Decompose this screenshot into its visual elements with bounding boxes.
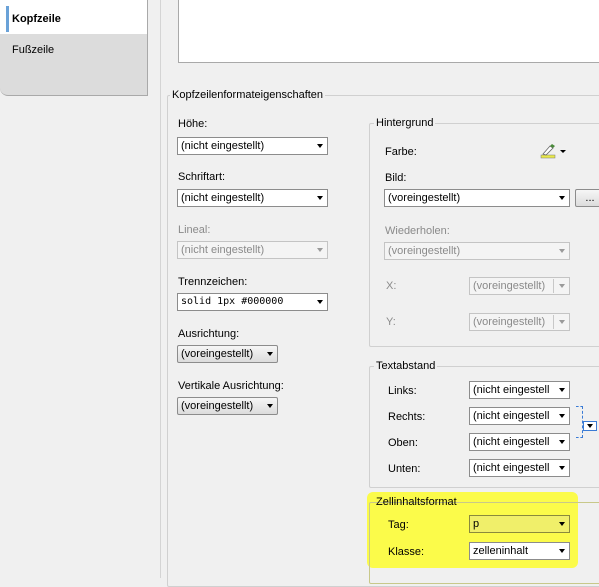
chevron-down-icon — [317, 144, 323, 148]
schriftart-value: (nicht eingestellt) — [181, 192, 265, 204]
y-select: (voreingestellt) — [469, 313, 570, 331]
x-label: X: — [386, 280, 397, 292]
schriftart-select[interactable]: (nicht eingestellt) — [177, 189, 328, 207]
x-value: (voreingestellt) — [473, 280, 546, 292]
header-content-textarea[interactable] — [178, 0, 599, 63]
chevron-down-icon — [559, 414, 565, 418]
link-margins-toggle[interactable] — [583, 421, 597, 431]
links-label: Links: — [388, 385, 417, 397]
klasse-label: Klasse: — [388, 546, 425, 558]
chevron-down-icon — [559, 249, 565, 253]
vertikale-ausrichtung-select[interactable]: (voreingestellt) — [177, 397, 278, 415]
chevron-down-icon — [317, 248, 323, 252]
wiederholen-value: (voreingestellt) — [388, 245, 461, 257]
vertikale-ausrichtung-label: Vertikale Ausrichtung: — [178, 380, 284, 392]
hintergrund-title: Hintergrund — [374, 117, 436, 129]
link-margins-bracket — [576, 406, 583, 438]
lineal-select: (nicht eingestellt) — [177, 241, 328, 259]
chevron-down-icon — [317, 196, 323, 200]
chevron-down-icon — [559, 440, 565, 444]
panel-divider — [160, 0, 161, 578]
browse-button-label: ... — [585, 192, 595, 204]
lineal-value: (nicht eingestellt) — [181, 244, 265, 256]
klasse-value: zelleninhalt — [473, 545, 529, 557]
hoehe-select[interactable]: (nicht eingestellt) — [177, 137, 328, 155]
tag-label: Tag: — [388, 519, 409, 531]
chevron-down-icon — [559, 388, 565, 392]
select-separator — [553, 279, 554, 293]
trennzeichen-value: solid 1px #000000 — [181, 296, 284, 307]
color-picker-button[interactable] — [538, 143, 568, 159]
chevron-down-icon — [267, 352, 273, 356]
chevron-down-icon — [559, 466, 565, 470]
chevron-down-icon — [559, 284, 565, 288]
unten-select[interactable]: (nicht eingestell — [469, 459, 570, 477]
trennzeichen-label: Trennzeichen: — [178, 276, 248, 288]
chevron-down-icon — [559, 522, 565, 526]
tab-kopfzeile-label: Kopfzeile — [12, 13, 61, 25]
ausrichtung-label: Ausrichtung: — [178, 328, 240, 340]
chevron-down-icon — [317, 300, 323, 304]
vertikale-ausrichtung-value: (voreingestellt) — [181, 400, 254, 412]
tag-value: p — [473, 518, 480, 530]
links-value: (nicht eingestell — [473, 384, 550, 396]
bild-select[interactable]: (voreingestellt) — [384, 189, 570, 207]
bild-value: (voreingestellt) — [388, 192, 461, 204]
rechts-label: Rechts: — [388, 411, 426, 423]
x-select: (voreingestellt) — [469, 277, 570, 295]
klasse-select[interactable]: zelleninhalt — [469, 542, 570, 560]
ausrichtung-value: (voreingestellt) — [181, 348, 254, 360]
browse-button[interactable]: ... — [575, 189, 599, 207]
rechts-value: (nicht eingestell — [473, 410, 550, 422]
hoehe-label: Höhe: — [178, 118, 208, 130]
lineal-label: Lineal: — [178, 224, 211, 236]
unten-label: Unten: — [388, 463, 421, 475]
wiederholen-label: Wiederholen: — [385, 225, 450, 237]
links-select[interactable]: (nicht eingestell — [469, 381, 570, 399]
trennzeichen-select[interactable]: solid 1px #000000 — [177, 293, 328, 311]
y-label: Y: — [386, 316, 396, 328]
textabstand-title: Textabstand — [374, 360, 438, 372]
tag-select[interactable]: p — [469, 515, 570, 533]
header-properties-title: Kopfzeilenformateigenschaften — [170, 89, 326, 101]
rechts-select[interactable]: (nicht eingestell — [469, 407, 570, 425]
select-separator — [553, 315, 554, 329]
wiederholen-select: (voreingestellt) — [384, 242, 570, 260]
schriftart-label: Schriftart: — [178, 171, 226, 183]
chevron-down-icon — [267, 404, 273, 408]
chevron-down-icon — [559, 196, 565, 200]
bild-label: Bild: — [385, 172, 407, 184]
ausrichtung-select[interactable]: (voreingestellt) — [177, 345, 278, 363]
y-value: (voreingestellt) — [473, 316, 546, 328]
color-picker-icon — [540, 144, 566, 159]
active-tab-indicator — [6, 6, 9, 32]
chevron-down-icon — [587, 424, 593, 428]
farbe-label: Farbe: — [385, 146, 417, 158]
tab-fusszeile[interactable]: Fußzeile — [12, 44, 54, 56]
unten-value: (nicht eingestell — [473, 462, 550, 474]
oben-value: (nicht eingestell — [473, 436, 550, 448]
zellinhaltsformat-title: Zellinhaltsformat — [376, 496, 457, 508]
oben-select[interactable]: (nicht eingestell — [469, 433, 570, 451]
chevron-down-icon — [559, 549, 565, 553]
chevron-down-icon — [559, 320, 565, 324]
oben-label: Oben: — [388, 437, 418, 449]
hoehe-value: (nicht eingestellt) — [181, 140, 265, 152]
tab-kopfzeile[interactable]: Kopfzeile — [0, 0, 148, 34]
